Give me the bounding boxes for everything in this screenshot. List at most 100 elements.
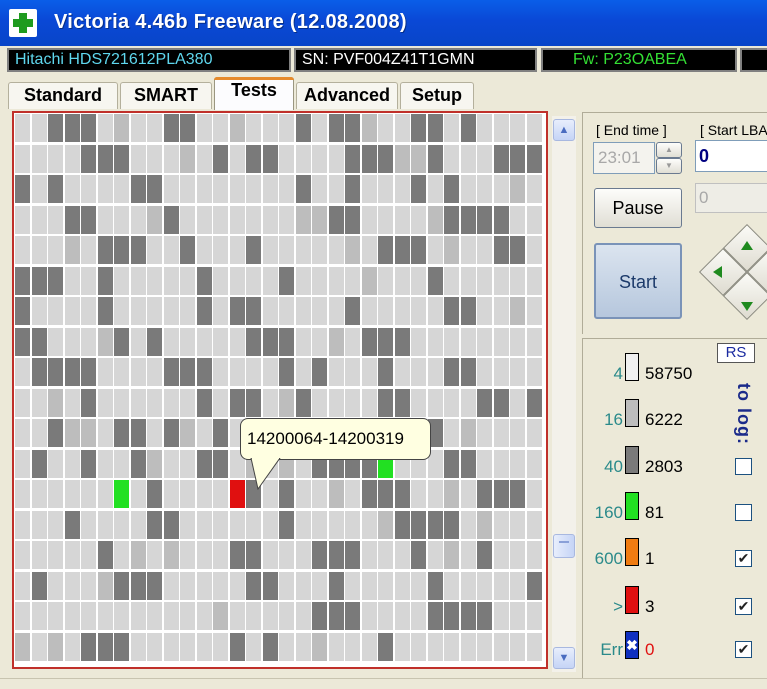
scan-block bbox=[15, 327, 30, 356]
scroll-down-button[interactable]: ▼ bbox=[553, 647, 575, 669]
scan-block bbox=[229, 510, 245, 539]
scan-block bbox=[526, 266, 542, 295]
scan-block bbox=[81, 205, 96, 234]
scan-block bbox=[279, 266, 294, 295]
scan-block bbox=[279, 175, 294, 203]
end-time-down-button[interactable]: ▼ bbox=[656, 158, 682, 174]
scan-block bbox=[460, 236, 476, 264]
scan-block bbox=[97, 114, 113, 142]
scan-block bbox=[345, 175, 360, 203]
scan-block bbox=[180, 297, 195, 325]
scan-block bbox=[312, 358, 327, 386]
rs-button[interactable]: RS bbox=[717, 343, 755, 363]
tab-smart[interactable]: SMART bbox=[120, 82, 212, 109]
scan-block bbox=[295, 327, 311, 356]
log-checkbox-600[interactable]: ✔ bbox=[735, 550, 752, 567]
scan-block bbox=[81, 602, 96, 630]
legend-count-40: 2803 bbox=[645, 457, 683, 476]
scan-block bbox=[411, 266, 426, 295]
scan-block bbox=[130, 236, 146, 264]
scan-block bbox=[444, 144, 459, 173]
scan-block bbox=[262, 114, 278, 142]
scan-block bbox=[526, 144, 542, 173]
scan-block bbox=[130, 266, 146, 295]
log-checkbox-over[interactable]: ✔ bbox=[735, 598, 752, 615]
log-checkbox-160[interactable] bbox=[735, 504, 752, 521]
scan-block bbox=[48, 327, 63, 356]
start-button[interactable]: Start bbox=[594, 243, 682, 319]
scan-block bbox=[81, 327, 96, 356]
scan-block bbox=[97, 480, 113, 508]
scan-block bbox=[394, 327, 410, 356]
scan-block bbox=[328, 205, 344, 234]
log-checkbox-40[interactable] bbox=[735, 458, 752, 475]
scan-block bbox=[114, 449, 129, 478]
scan-block bbox=[15, 114, 30, 142]
scan-block bbox=[493, 114, 509, 142]
app-cross-icon bbox=[9, 9, 37, 37]
scan-block bbox=[444, 510, 459, 539]
scan-block bbox=[97, 632, 113, 661]
end-lba-input[interactable]: 0 bbox=[695, 183, 767, 213]
scan-block bbox=[48, 510, 63, 539]
scan-block bbox=[295, 144, 311, 173]
scan-block bbox=[460, 297, 476, 325]
scan-block bbox=[477, 236, 492, 264]
scan-block bbox=[427, 144, 443, 173]
gray-block-icon bbox=[625, 399, 639, 427]
scan-block bbox=[328, 144, 344, 173]
scan-block bbox=[460, 510, 476, 539]
scan-block bbox=[229, 541, 245, 569]
scan-block bbox=[97, 266, 113, 295]
scroll-up-button[interactable]: ▲ bbox=[553, 119, 575, 141]
log-checkbox-err[interactable]: ✔ bbox=[735, 641, 752, 658]
scan-block bbox=[114, 358, 129, 386]
pause-button[interactable]: Pause bbox=[594, 188, 682, 228]
scan-block bbox=[312, 114, 327, 142]
scan-block bbox=[147, 266, 162, 295]
scan-block bbox=[15, 358, 30, 386]
scan-block bbox=[526, 205, 542, 234]
scan-block bbox=[262, 327, 278, 356]
scan-block bbox=[81, 175, 96, 203]
scan-block bbox=[345, 327, 360, 356]
scan-block bbox=[312, 175, 327, 203]
tab-advanced[interactable]: Advanced bbox=[296, 82, 398, 109]
scan-block bbox=[163, 480, 179, 508]
scan-block bbox=[64, 144, 80, 173]
tab-tests[interactable]: Tests bbox=[214, 77, 294, 110]
scan-block bbox=[411, 114, 426, 142]
legend-threshold-160: 160 bbox=[594, 503, 623, 522]
scan-block bbox=[130, 114, 146, 142]
scan-block bbox=[477, 510, 492, 539]
scan-block bbox=[411, 297, 426, 325]
scan-block bbox=[427, 602, 443, 630]
tab-standard[interactable]: Standard bbox=[8, 82, 118, 109]
scan-block bbox=[130, 541, 146, 569]
scan-block bbox=[493, 205, 509, 234]
scan-block bbox=[345, 541, 360, 569]
grid-scrollbar[interactable]: ▲ ▼ bbox=[552, 116, 576, 672]
scan-block bbox=[493, 480, 509, 508]
end-time-input[interactable]: 23:01 bbox=[593, 142, 655, 174]
scan-block bbox=[427, 236, 443, 264]
scan-block bbox=[328, 388, 344, 417]
scan-block bbox=[114, 632, 129, 661]
scan-block bbox=[196, 571, 212, 600]
end-time-up-button[interactable]: ▲ bbox=[656, 142, 682, 158]
red-block-icon bbox=[625, 586, 639, 614]
scan-block bbox=[163, 144, 179, 173]
tab-setup[interactable]: Setup bbox=[400, 82, 474, 109]
scan-block bbox=[378, 571, 393, 600]
scan-block bbox=[493, 144, 509, 173]
scan-block bbox=[163, 114, 179, 142]
scan-block bbox=[229, 602, 245, 630]
scan-block bbox=[295, 114, 311, 142]
scan-block bbox=[394, 541, 410, 569]
start-lba-input[interactable]: 0 bbox=[695, 140, 767, 172]
title-bar: Victoria 4.46b Freeware (12.08.2008) bbox=[0, 0, 767, 46]
device-info-strip: Hitachi HDS721612PLA380 SN: PVF004Z41T1G… bbox=[0, 46, 767, 74]
scan-block bbox=[180, 571, 195, 600]
scroll-thumb[interactable] bbox=[553, 534, 575, 558]
scan-block bbox=[510, 144, 525, 173]
